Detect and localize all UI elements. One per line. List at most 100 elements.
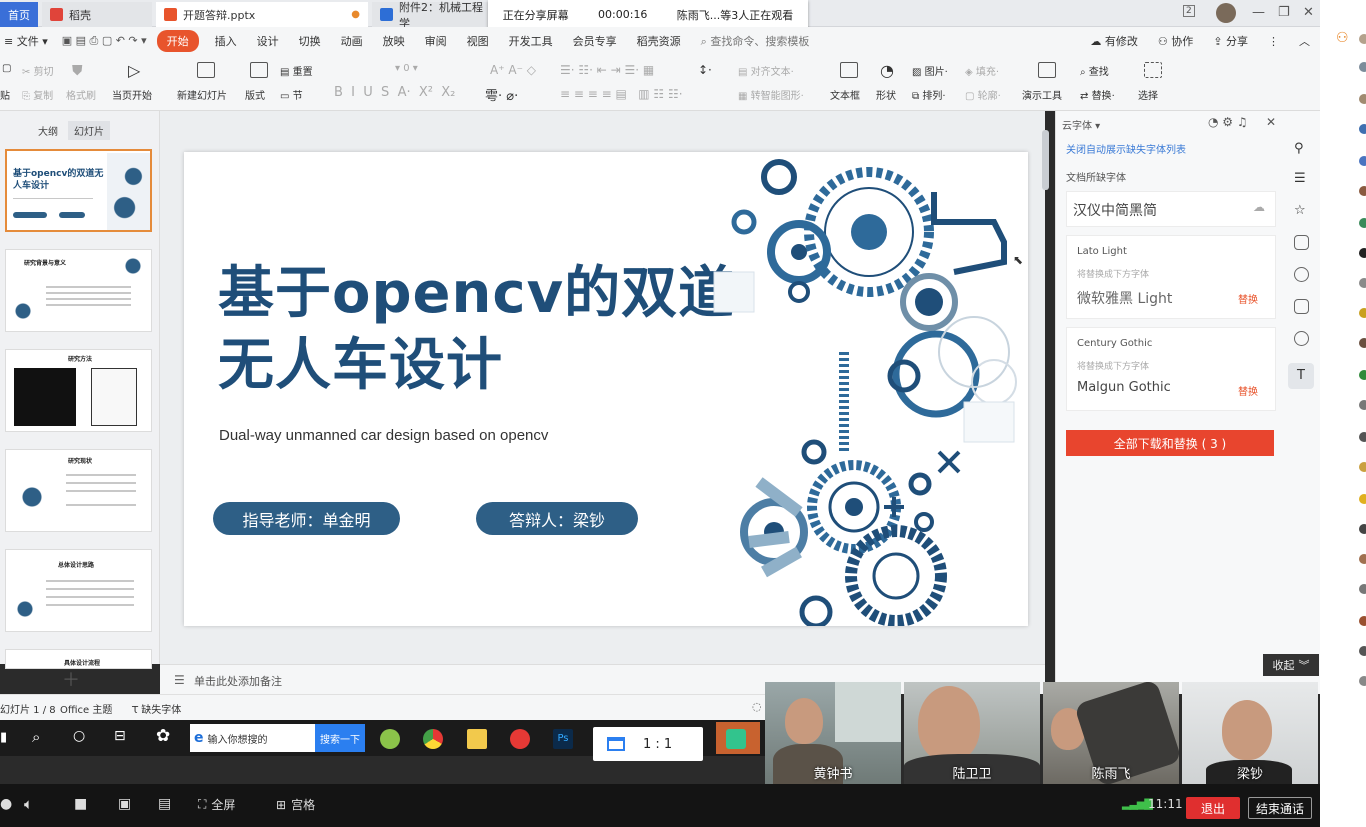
window-count-icon[interactable]: 2	[1183, 5, 1195, 17]
avatar[interactable]	[1359, 34, 1366, 44]
avatar[interactable]	[1359, 248, 1366, 258]
shield-icon[interactable]: ◌	[752, 700, 762, 713]
font-card-century[interactable]: Century Gothic 将替换成下方字体 Malgun Gothic 替换	[1066, 327, 1276, 411]
defender-pill[interactable]: 答辩人：梁钞	[476, 502, 638, 535]
participant-list-icon[interactable]: ⚇	[1336, 30, 1349, 46]
align-icons[interactable]: ≡ ≡ ≡ ≡ ▤ ▥ ☷ ☷·	[560, 87, 683, 101]
command-search[interactable]: ⌕ 查找命令、搜索模板	[691, 33, 820, 49]
from-current-button[interactable]: 当页开始	[112, 87, 152, 102]
adjust-icon[interactable]: ☰	[1294, 171, 1309, 186]
text-style-icons[interactable]: B I U S A· X² X₂	[334, 85, 455, 100]
avatar[interactable]	[1359, 124, 1366, 134]
format-painter-button[interactable]: 格式刷	[66, 87, 96, 102]
grid-view-button[interactable]: ⊞ 宫格	[276, 796, 315, 813]
menu-docer[interactable]: 稻壳资源	[627, 33, 691, 49]
notes-placeholder[interactable]: 单击此处添加备注	[194, 673, 282, 689]
font-panel-title[interactable]: 云字体 ▾	[1062, 117, 1100, 132]
slide-title-line1[interactable]: 基于opencv的双道	[218, 266, 735, 322]
tab-home[interactable]: 首页	[0, 2, 38, 27]
tab-pptx[interactable]: 开题答辩.pptx ●	[156, 2, 368, 27]
avatar[interactable]	[1359, 278, 1366, 288]
avatar[interactable]	[1359, 308, 1366, 318]
video-tile-1[interactable]: 黄钟书	[765, 682, 901, 784]
slide-thumb-3[interactable]: 研究方法	[5, 349, 152, 432]
avatar[interactable]	[1359, 400, 1366, 410]
menu-view[interactable]: 视图	[457, 33, 499, 49]
replace-lato-button[interactable]: 替换	[1238, 291, 1258, 306]
slide-thumb-1[interactable]: 基于opencv的双道无人车设计	[5, 149, 152, 232]
video-tile-2[interactable]: 陆卫卫	[904, 682, 1040, 784]
to-smartart-button[interactable]: ▦ 转智能图形·	[738, 87, 804, 102]
menu-review[interactable]: 审阅	[415, 33, 457, 49]
speaker-icon[interactable]: 🔈︎	[24, 795, 33, 813]
arrange-button[interactable]: ⧉ 排列·	[912, 87, 946, 102]
folder-icon[interactable]	[467, 729, 487, 749]
avatar[interactable]	[1359, 62, 1366, 72]
add-slide-icon[interactable]: ＋	[62, 666, 80, 692]
avatar[interactable]	[1359, 554, 1366, 564]
fullscreen-button[interactable]: ⛶ 全屏	[198, 796, 235, 813]
app-icon-green[interactable]	[380, 729, 400, 749]
pinwheel-icon[interactable]: ✿	[156, 726, 170, 746]
web-search-button[interactable]: 搜索一下	[315, 724, 365, 752]
screen-zoom-popup[interactable]: 1 : 1	[593, 727, 703, 761]
panel-header-icons[interactable]: ◔ ⚙ ♫	[1208, 115, 1248, 129]
section-button[interactable]: ▭ 节	[280, 87, 303, 102]
copy-icon[interactable]	[1294, 235, 1309, 250]
copy-button[interactable]: ⎘ 复制	[22, 87, 53, 102]
pin-icon[interactable]: ☆	[1294, 203, 1309, 218]
paste-icon[interactable]: ▢	[2, 63, 11, 74]
chrome-icon[interactable]	[423, 729, 443, 749]
toggle-auto-show-link[interactable]: 关闭自动展示缺失字体列表	[1066, 141, 1186, 156]
avatar[interactable]	[1359, 370, 1366, 380]
avatar[interactable]	[1359, 584, 1366, 594]
task-view-icon[interactable]: ⊟	[114, 728, 126, 744]
avatar[interactable]	[1359, 462, 1366, 472]
find-button[interactable]: ⌕ 查找	[1080, 63, 1109, 78]
web-search-input[interactable]: e 输入你想搜的	[190, 724, 315, 752]
video-tile-3[interactable]: 陈雨飞	[1043, 682, 1179, 784]
menu-developer[interactable]: 开发工具	[499, 33, 563, 49]
chat-icon[interactable]: ▤	[158, 796, 171, 812]
fill-button[interactable]: ◈ 填充·	[965, 63, 999, 78]
missing-font-button[interactable]: Ꚍ 缺失字体	[132, 701, 181, 716]
user-avatar[interactable]	[1216, 3, 1236, 23]
screen-share-icon[interactable]: ▣	[118, 796, 131, 812]
object-icon[interactable]: ⚲	[1294, 141, 1309, 156]
font-card-lato[interactable]: Lato Light 将替换成下方字体 微软雅黑 Light 替换	[1066, 235, 1276, 319]
close-icon[interactable]: ✕	[1303, 5, 1314, 20]
start-icon[interactable]: ▮	[0, 730, 7, 745]
cloud-download-icon[interactable]: ☁	[1253, 200, 1265, 214]
line-spacing-icon[interactable]: ↕·	[698, 63, 712, 77]
collapse-video-button[interactable]: 收起 ︾	[1263, 654, 1319, 676]
tab-doc[interactable]: 附件2：机械工程学	[372, 1, 492, 30]
outline-button[interactable]: ▢ 轮廓·	[965, 87, 1001, 102]
camera-icon[interactable]: ■	[74, 796, 87, 812]
restore-icon[interactable]: ❐	[1278, 5, 1290, 20]
slide-thumb-5[interactable]: 总体设计思路	[5, 549, 152, 632]
slide-thumb-2[interactable]: 研究背景与意义	[5, 249, 152, 332]
picture-button[interactable]: ▨ 图片·	[912, 63, 948, 78]
mic-icon[interactable]: ●	[0, 796, 12, 812]
replace-button[interactable]: ⇄ 替换·	[1080, 87, 1115, 102]
menu-insert[interactable]: 插入	[205, 33, 247, 49]
collab-button[interactable]: ⚇ 协作	[1148, 33, 1203, 49]
image-icon[interactable]	[1294, 299, 1309, 314]
tab-slides[interactable]: 幻灯片	[68, 121, 110, 140]
menu-slideshow[interactable]: 放映	[373, 33, 415, 49]
menu-animation[interactable]: 动画	[331, 33, 373, 49]
menu-start[interactable]: 开始	[156, 30, 199, 52]
avatar[interactable]	[1359, 186, 1366, 196]
menu-file[interactable]: ≡ 文件 ▾	[0, 33, 58, 49]
has-changes-button[interactable]: ☁ 有修改	[1080, 33, 1148, 49]
exit-button[interactable]: 退出	[1186, 797, 1240, 819]
photoshop-icon[interactable]: Ps	[553, 729, 573, 749]
avatar[interactable]	[1359, 646, 1366, 656]
avatar[interactable]	[1359, 524, 1366, 534]
collapse-ribbon-icon[interactable]: ︿	[1289, 33, 1320, 49]
avatar[interactable]	[1359, 494, 1366, 504]
avatar[interactable]	[1359, 218, 1366, 228]
char-spacing-icon[interactable]: 雩· ⌀·	[485, 85, 518, 104]
more-icon[interactable]: ⋮	[1258, 35, 1289, 48]
font-tool-icon[interactable]: T	[1288, 363, 1314, 389]
